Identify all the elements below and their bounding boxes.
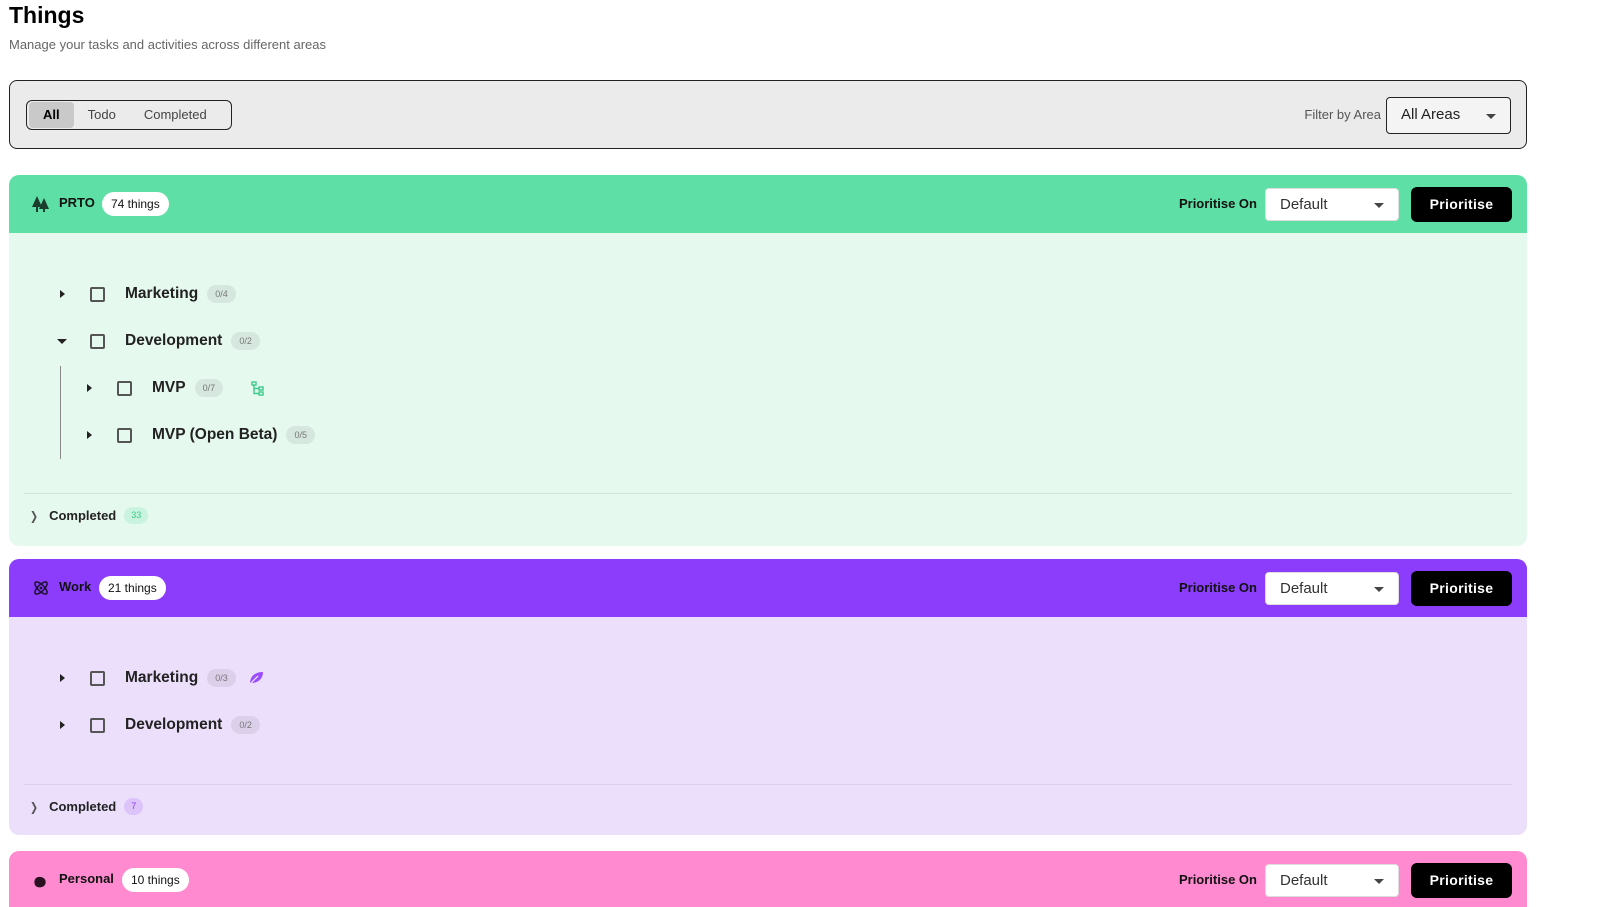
area-filter-value: All Areas bbox=[1401, 106, 1461, 123]
prioritise-on-select[interactable]: Default bbox=[1265, 188, 1399, 221]
prioritise-on-select[interactable]: Default bbox=[1265, 864, 1399, 897]
chevron-right-icon: ❯ bbox=[30, 799, 39, 814]
tab-completed[interactable]: Completed bbox=[130, 102, 221, 128]
chevron-down-icon bbox=[1486, 113, 1496, 119]
item-checkbox[interactable] bbox=[90, 717, 105, 733]
area-body: Marketing 0/4 Development 0/2 MVP 0/7 MV… bbox=[9, 233, 1527, 546]
completed-label: Completed bbox=[49, 508, 117, 523]
list-item: MVP 0/7 bbox=[83, 376, 267, 400]
prioritise-on-value: Default bbox=[1280, 580, 1328, 597]
prioritise-on-value: Default bbox=[1280, 872, 1328, 889]
hierarchy-icon bbox=[251, 380, 267, 396]
progress-badge: 0/4 bbox=[207, 285, 236, 303]
progress-badge: 0/2 bbox=[231, 716, 260, 734]
progress-badge: 0/5 bbox=[286, 426, 315, 444]
prioritise-on-value: Default bbox=[1280, 196, 1328, 213]
things-count-badge: 21 things bbox=[99, 576, 166, 600]
caret-right-icon bbox=[86, 431, 92, 439]
area-name: PRTO bbox=[59, 195, 95, 210]
area-card-prto: PRTO 74 things Prioritise On Default Pri… bbox=[9, 175, 1527, 546]
item-checkbox[interactable] bbox=[90, 333, 105, 349]
completed-section-toggle[interactable]: ❯ Completed 7 bbox=[29, 798, 144, 815]
area-name: Personal bbox=[59, 871, 114, 886]
things-count-badge: 74 things bbox=[102, 192, 169, 216]
caret-right-icon bbox=[86, 384, 92, 392]
tab-todo[interactable]: Todo bbox=[74, 102, 130, 128]
chevron-down-icon bbox=[1374, 586, 1384, 592]
things-count-badge: 10 things bbox=[122, 868, 189, 892]
section-divider bbox=[24, 784, 1512, 785]
prioritise-on-label: Prioritise On bbox=[1178, 580, 1257, 595]
completed-count-badge: 33 bbox=[124, 507, 149, 524]
progress-badge: 0/3 bbox=[207, 669, 236, 687]
leaf-icon bbox=[248, 671, 264, 685]
area-header: PRTO 74 things Prioritise On Default Pri… bbox=[9, 175, 1527, 233]
item-label: MVP bbox=[152, 379, 186, 396]
chevron-down-icon bbox=[1374, 202, 1384, 208]
expand-toggle[interactable] bbox=[56, 674, 68, 682]
item-label: Development bbox=[125, 716, 223, 733]
prioritise-on-label: Prioritise On bbox=[1178, 872, 1257, 887]
item-checkbox[interactable] bbox=[117, 427, 132, 443]
area-header: Work 21 things Prioritise On Default Pri… bbox=[9, 559, 1527, 617]
expand-toggle[interactable] bbox=[83, 431, 95, 439]
prioritise-button[interactable]: Prioritise bbox=[1411, 187, 1512, 222]
area-header: Personal 10 things Prioritise On Default… bbox=[9, 851, 1527, 907]
item-checkbox[interactable] bbox=[90, 286, 105, 302]
prioritise-on-label: Prioritise On bbox=[1178, 196, 1257, 211]
item-label: Marketing bbox=[125, 669, 199, 686]
expand-toggle[interactable] bbox=[56, 721, 68, 729]
completed-section-toggle[interactable]: ❯ Completed 33 bbox=[29, 507, 149, 524]
list-item: MVP (Open Beta) 0/5 bbox=[83, 423, 315, 447]
section-divider bbox=[24, 493, 1512, 494]
list-item: Development 0/2 bbox=[56, 713, 260, 737]
item-label: Marketing bbox=[125, 285, 199, 302]
item-label: MVP (Open Beta) bbox=[152, 426, 278, 443]
item-checkbox[interactable] bbox=[90, 670, 105, 686]
caret-right-icon bbox=[59, 290, 65, 298]
atom-icon bbox=[31, 579, 51, 597]
caret-right-icon bbox=[59, 674, 65, 682]
list-item: Development 0/2 bbox=[56, 329, 260, 353]
area-card-personal: Personal 10 things Prioritise On Default… bbox=[9, 851, 1527, 907]
list-item: Marketing 0/3 bbox=[56, 666, 264, 690]
things-page: Things Manage your tasks and activities … bbox=[0, 0, 1613, 907]
filter-bar: All Todo Completed Filter by Area All Ar… bbox=[9, 80, 1527, 149]
chevron-right-icon: ❯ bbox=[30, 508, 39, 523]
completed-label: Completed bbox=[49, 799, 117, 814]
tree-icon bbox=[31, 195, 51, 213]
chevron-down-icon bbox=[1374, 878, 1384, 884]
caret-right-icon bbox=[59, 721, 65, 729]
prioritise-button[interactable]: Prioritise bbox=[1411, 863, 1512, 898]
caret-down-icon bbox=[57, 338, 67, 344]
list-item: Marketing 0/4 bbox=[56, 282, 236, 306]
area-name: Work bbox=[59, 579, 92, 594]
prioritise-on-select[interactable]: Default bbox=[1265, 572, 1399, 605]
page-subtitle: Manage your tasks and activities across … bbox=[9, 37, 326, 52]
item-checkbox[interactable] bbox=[117, 380, 132, 396]
item-label: Development bbox=[125, 332, 223, 349]
area-card-work: Work 21 things Prioritise On Default Pri… bbox=[9, 559, 1527, 835]
expand-toggle[interactable] bbox=[83, 384, 95, 392]
tree-guide-line bbox=[60, 366, 61, 459]
blob-icon bbox=[31, 871, 51, 889]
filter-by-area-label: Filter by Area bbox=[1304, 107, 1381, 122]
completed-count-badge: 7 bbox=[124, 798, 144, 815]
page-title: Things bbox=[9, 2, 85, 28]
progress-badge: 0/2 bbox=[231, 332, 260, 350]
expand-toggle[interactable] bbox=[56, 290, 68, 298]
tab-all[interactable]: All bbox=[29, 102, 74, 128]
progress-badge: 0/7 bbox=[194, 379, 224, 397]
prioritise-button[interactable]: Prioritise bbox=[1411, 571, 1512, 606]
area-body: Marketing 0/3 Development 0/2 ❯ Complete… bbox=[9, 617, 1527, 835]
area-filter-select[interactable]: All Areas bbox=[1386, 97, 1511, 134]
collapse-toggle[interactable] bbox=[56, 338, 68, 344]
status-segmented-control: All Todo Completed bbox=[26, 100, 232, 130]
